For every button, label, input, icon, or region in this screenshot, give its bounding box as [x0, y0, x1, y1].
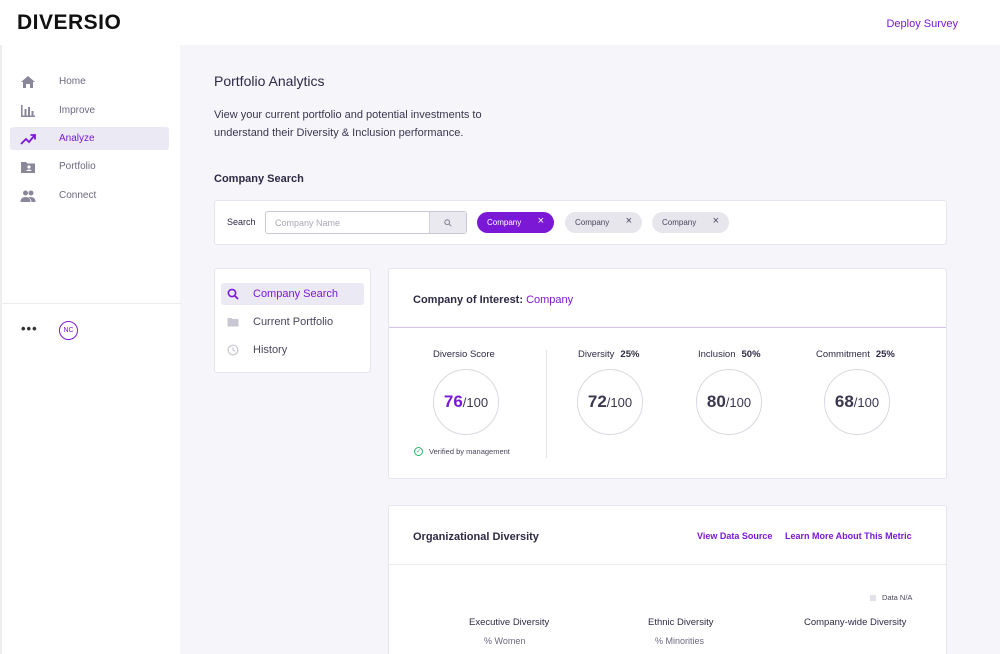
score-divider [546, 350, 547, 458]
commitment-label: Commitment 25% [816, 349, 895, 360]
sidebar-item-label: Portfolio [59, 161, 96, 172]
menu-item-current-portfolio[interactable]: Current Portfolio [221, 311, 364, 333]
sidebar-item-label: Home [59, 76, 86, 87]
score-max: /100 [853, 394, 880, 410]
sidebar-item-portfolio[interactable]: Portfolio [10, 155, 169, 178]
menu-item-label: Company Search [253, 288, 338, 300]
more-options-button[interactable]: ••• [21, 321, 38, 336]
search-placeholder: Company Name [275, 218, 341, 228]
inclusion-label: Inclusion 50% [698, 349, 761, 360]
sidebar-divider [2, 303, 182, 304]
company-name-link[interactable]: Company [526, 294, 573, 306]
sidebar-item-label: Improve [59, 105, 96, 116]
diversity-score-circle: 72 /100 [577, 369, 643, 435]
verified-badge: ✓ Verified by management [414, 447, 510, 456]
verified-text: Verified by management [429, 447, 510, 456]
sidebar-item-label: Connect [59, 190, 97, 201]
brand-logo[interactable]: DIVERSIO [17, 11, 121, 35]
sidebar-item-home[interactable]: Home [10, 70, 169, 93]
header-divider [389, 564, 946, 565]
menu-item-label: Current Portfolio [253, 316, 334, 328]
search-card: Search Company Name Company × Company × … [214, 200, 947, 245]
sidebar-item-analyze[interactable]: Analyze [10, 127, 169, 150]
score-value: 68 [834, 392, 854, 411]
sidebar-item-improve[interactable]: Improve [10, 99, 169, 122]
search-icon [227, 288, 239, 300]
home-icon [21, 76, 35, 88]
executive-diversity-subtitle: % Women [484, 636, 526, 646]
search-icon [444, 218, 452, 227]
ethnic-diversity-title: Ethnic Diversity [648, 617, 714, 628]
metric-weight: 50% [741, 349, 761, 360]
view-data-source-link[interactable]: View Data Source [697, 531, 772, 541]
trend-line-icon [20, 134, 36, 145]
metric-name: Diversity [578, 349, 615, 360]
company-chip[interactable]: Company × [652, 212, 729, 233]
organizational-diversity-card: Organizational Diversity View Data Sourc… [388, 505, 947, 654]
metric-name: Commitment [816, 349, 870, 360]
legend-swatch [870, 594, 876, 601]
metric-weight: 25% [875, 349, 895, 360]
id-card-icon [21, 162, 35, 173]
company-search-heading: Company Search [214, 173, 304, 185]
close-icon[interactable]: × [626, 215, 632, 227]
diversio-score-label: Diversio Score [433, 349, 495, 360]
chip-label: Company [575, 218, 610, 227]
score-max: /100 [725, 394, 752, 410]
company-chip[interactable]: Company × [565, 212, 642, 233]
metric-name: Inclusion [698, 349, 736, 360]
inclusion-score-circle: 80 /100 [696, 369, 762, 435]
company-wide-diversity-title: Company-wide Diversity [804, 617, 907, 628]
sidebar: Home Improve Analyze Portfolio Connect •… [0, 45, 182, 654]
diversio-score-circle: 76 /100 [433, 369, 499, 435]
sidebar-item-label: Analyze [59, 133, 95, 144]
folder-icon [227, 318, 239, 327]
close-icon[interactable]: × [713, 215, 719, 227]
chip-label: Company [662, 218, 697, 227]
score-max: /100 [606, 394, 633, 410]
top-bar: DIVERSIO Deploy Survey [0, 0, 1000, 45]
score-value: 80 [706, 392, 726, 411]
commitment-score-circle: 68 /100 [824, 369, 890, 435]
score-max: /100 [462, 394, 489, 410]
company-of-interest-heading: Company of Interest: Company [413, 294, 573, 306]
score-value: 76 [443, 392, 463, 411]
executive-diversity-title: Executive Diversity [469, 617, 550, 628]
search-input[interactable]: Company Name [265, 211, 467, 234]
deploy-survey-link[interactable]: Deploy Survey [886, 18, 958, 30]
page-title: Portfolio Analytics [214, 73, 325, 89]
org-diversity-title: Organizational Diversity [413, 531, 539, 543]
search-button[interactable] [429, 212, 466, 233]
chip-label: Company [487, 218, 522, 227]
check-circle-icon: ✓ [414, 447, 423, 456]
avatar[interactable]: NC [59, 321, 78, 340]
learn-more-link[interactable]: Learn More About This Metric [785, 531, 912, 541]
menu-item-history[interactable]: History [221, 339, 364, 361]
chart-legend: Data N/A [870, 593, 912, 602]
close-icon[interactable]: × [538, 215, 544, 227]
legend-label: Data N/A [882, 593, 913, 602]
menu-item-company-search[interactable]: Company Search [221, 283, 364, 305]
metric-weight: 25% [620, 349, 640, 360]
heading-label: Company of Interest: [413, 294, 524, 306]
clock-icon [227, 344, 239, 356]
score-value: 72 [587, 392, 607, 411]
company-of-interest-card: Company of Interest: Company Diversio Sc… [388, 268, 947, 479]
analytics-menu: Company Search Current Portfolio History [214, 268, 371, 373]
sidebar-item-connect[interactable]: Connect [10, 184, 169, 207]
page-description: View your current portfolio and potentia… [214, 109, 482, 139]
people-icon [20, 190, 36, 202]
ethnic-diversity-subtitle: % Minorities [655, 636, 705, 646]
diversity-label: Diversity 25% [578, 349, 639, 360]
header-divider [389, 327, 946, 328]
menu-item-label: History [253, 344, 288, 356]
bar-chart-icon [21, 105, 35, 117]
company-chip-selected[interactable]: Company × [477, 212, 554, 233]
search-label: Search [227, 217, 256, 227]
